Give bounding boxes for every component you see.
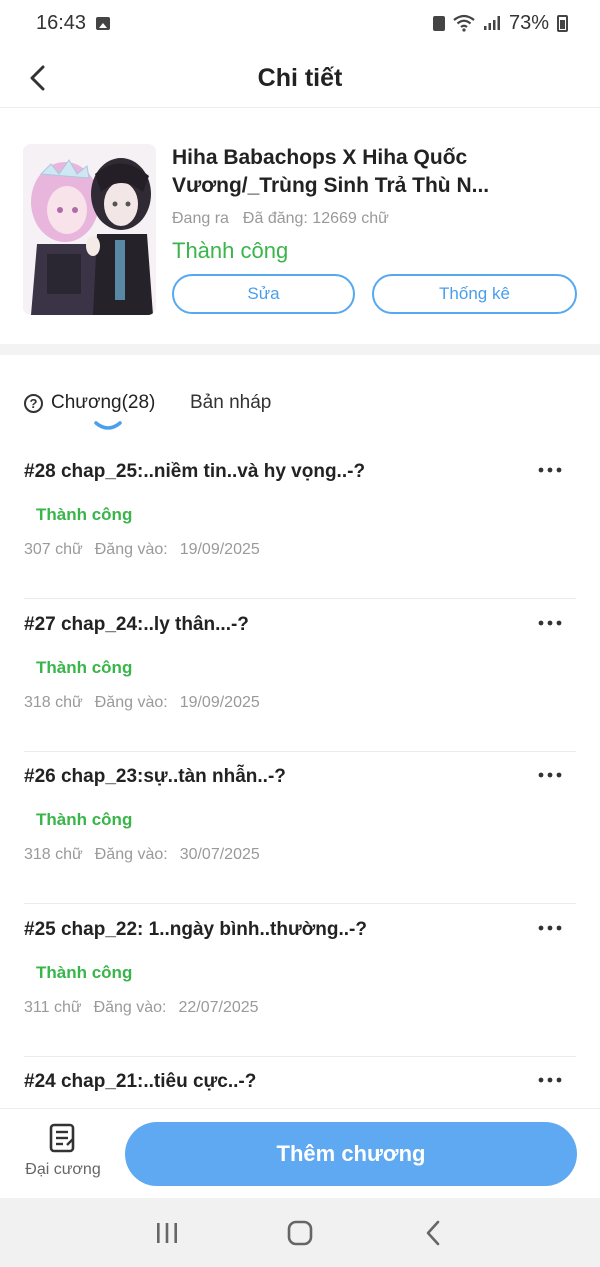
chapter-posted-label: Đăng vào: bbox=[93, 999, 167, 1016]
app-header: Chi tiết bbox=[0, 48, 600, 108]
add-chapter-button[interactable]: Thêm chương bbox=[125, 1122, 577, 1186]
chapter-date: 19/09/2025 bbox=[179, 694, 260, 711]
chapter-item[interactable]: #25 chap_22: 1..ngày bình..thường..-? Th… bbox=[0, 905, 600, 1057]
chapter-posted-label: Đăng vào: bbox=[94, 694, 168, 711]
battery-percent: 73% bbox=[508, 11, 549, 34]
section-divider bbox=[0, 344, 600, 355]
story-state: Đang ra bbox=[172, 210, 229, 227]
chapter-date: 22/07/2025 bbox=[178, 999, 259, 1016]
system-navigation-bar bbox=[0, 1198, 600, 1267]
story-card: Hiha Babachops X Hiha Quốc Vương/_Trùng … bbox=[0, 110, 600, 344]
more-options-button[interactable] bbox=[532, 455, 568, 485]
story-meta: Đang ra Đã đăng: 12669 chữ bbox=[172, 210, 389, 228]
more-horizontal-icon bbox=[538, 772, 562, 778]
status-bar: 16:43 73% bbox=[0, 0, 600, 46]
more-horizontal-icon bbox=[538, 925, 562, 931]
chapter-meta: 318 chữ Đăng vào: 19/09/2025 bbox=[24, 694, 260, 712]
chapter-posted-label: Đăng vào: bbox=[94, 846, 168, 863]
recent-apps-icon bbox=[156, 1222, 177, 1243]
chapter-meta: 311 chữ Đăng vào: 22/07/2025 bbox=[24, 999, 259, 1017]
chapter-meta: 307 chữ Đăng vào: 19/09/2025 bbox=[24, 541, 260, 559]
more-horizontal-icon bbox=[538, 620, 562, 626]
tab-chapters[interactable]: ? Chương(28) bbox=[24, 392, 155, 414]
page-title: Chi tiết bbox=[257, 64, 343, 92]
tab-drafts[interactable]: Bản nháp bbox=[190, 392, 271, 414]
more-options-button[interactable] bbox=[532, 1065, 568, 1095]
chapter-meta: 318 chữ Đăng vào: 30/07/2025 bbox=[24, 846, 260, 864]
chapter-title: #25 chap_22: 1..ngày bình..thường..-? bbox=[24, 919, 367, 940]
chapter-title: #26 chap_23:sự..tàn nhẫn..-? bbox=[24, 766, 286, 787]
more-options-button[interactable] bbox=[532, 760, 568, 790]
chapter-item[interactable]: #26 chap_23:sự..tàn nhẫn..-? Thành công … bbox=[0, 752, 600, 904]
edit-button[interactable]: Sửa bbox=[172, 274, 355, 314]
signal-icon bbox=[483, 16, 500, 30]
chapter-item[interactable]: #27 chap_24:..ly thân...-? Thành công 31… bbox=[0, 600, 600, 752]
chapter-word-count: 318 chữ bbox=[24, 846, 83, 863]
back-arrow-icon bbox=[427, 1220, 440, 1245]
chapter-title: #27 chap_24:..ly thân...-? bbox=[24, 614, 249, 635]
chapter-date: 30/07/2025 bbox=[179, 846, 260, 863]
tab-chapters-label: Chương(28) bbox=[51, 392, 156, 413]
system-back-button[interactable] bbox=[403, 1208, 463, 1258]
chapter-status: Thành công bbox=[36, 658, 133, 677]
recent-apps-button[interactable] bbox=[137, 1208, 197, 1258]
outline-label: Đại cương bbox=[25, 1161, 101, 1178]
chapter-title: #24 chap_21:..tiêu cực..-? bbox=[24, 1071, 257, 1092]
chapter-tabs: ? Chương(28) Bản nháp bbox=[0, 380, 600, 440]
chapter-status: Thành công bbox=[36, 810, 133, 829]
cover-illustration bbox=[23, 144, 156, 315]
chapter-word-count: 307 chữ bbox=[24, 541, 83, 558]
home-icon bbox=[287, 1220, 313, 1245]
document-icon bbox=[49, 1123, 75, 1153]
divider bbox=[24, 903, 576, 904]
outline-button[interactable]: Đại cương bbox=[18, 1123, 108, 1185]
more-options-button[interactable] bbox=[532, 913, 568, 943]
more-options-button[interactable] bbox=[532, 608, 568, 638]
status-time: 16:43 bbox=[36, 11, 87, 34]
more-horizontal-icon bbox=[538, 467, 562, 473]
wifi-icon bbox=[453, 14, 475, 32]
story-title: Hiha Babachops X Hiha Quốc Vương/_Trùng … bbox=[172, 146, 490, 197]
home-button[interactable] bbox=[270, 1208, 330, 1258]
battery-icon bbox=[557, 14, 568, 32]
status-right: 73% bbox=[432, 11, 568, 35]
chapter-word-count: 311 chữ bbox=[24, 999, 82, 1016]
story-cover-image[interactable] bbox=[23, 144, 156, 315]
chapter-item[interactable]: #24 chap_21:..tiêu cực..-? bbox=[0, 1057, 600, 1108]
tab-active-indicator bbox=[94, 421, 122, 430]
chapter-status: Thành công bbox=[36, 963, 133, 982]
lock-icon bbox=[432, 15, 445, 31]
chapter-word-count: 318 chữ bbox=[24, 694, 83, 711]
chapter-date: 19/09/2025 bbox=[179, 541, 260, 558]
story-status: Thành công bbox=[172, 238, 289, 263]
divider bbox=[24, 598, 576, 599]
chapter-title: #28 chap_25:..niềm tin..và hy vọng..-? bbox=[24, 461, 366, 482]
chapter-item[interactable]: #28 chap_25:..niềm tin..và hy vọng..-? T… bbox=[0, 447, 600, 599]
chapter-posted-label: Đăng vào: bbox=[94, 541, 168, 558]
stats-button[interactable]: Thống kê bbox=[372, 274, 577, 314]
story-word-count: Đã đăng: 12669 chữ bbox=[242, 210, 389, 227]
bottom-action-bar: Đại cương Thêm chương bbox=[0, 1108, 600, 1198]
chapter-status: Thành công bbox=[36, 505, 133, 524]
image-icon bbox=[96, 16, 111, 30]
more-horizontal-icon bbox=[538, 1077, 562, 1083]
status-left: 16:43 bbox=[36, 11, 111, 35]
help-icon[interactable]: ? bbox=[24, 393, 43, 413]
